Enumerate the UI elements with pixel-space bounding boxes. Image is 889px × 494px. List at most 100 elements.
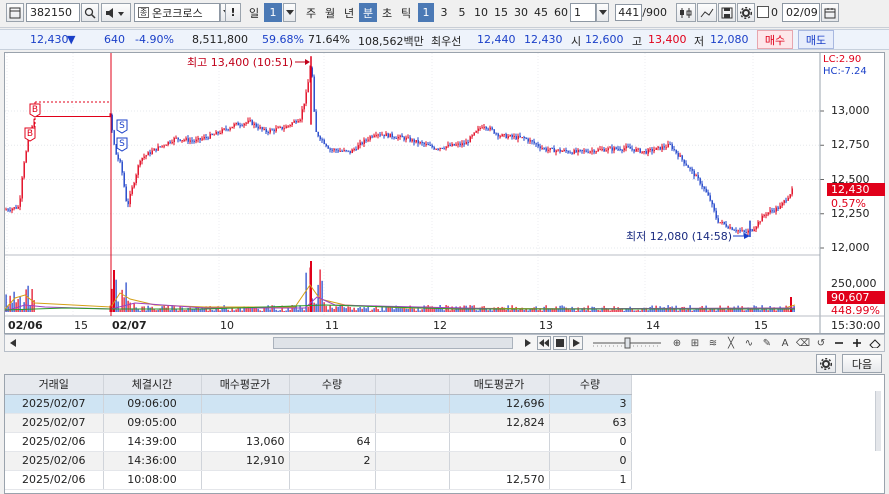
- volume-bar: [611, 309, 613, 312]
- checkbox[interactable]: [757, 6, 769, 18]
- stop-icon[interactable]: [553, 336, 567, 350]
- candle-body: [185, 138, 187, 140]
- period-day-value[interactable]: 1: [264, 3, 282, 22]
- table-cell: 0: [549, 451, 632, 471]
- volume-bar: [339, 305, 341, 312]
- reset-icon[interactable]: ↺: [813, 336, 829, 350]
- table-cell: [201, 394, 290, 414]
- cycle-icon[interactable]: ╳: [723, 336, 739, 350]
- rewind-icon[interactable]: [537, 336, 551, 350]
- buy-button[interactable]: 매수: [757, 30, 793, 49]
- period-minute-button[interactable]: 분: [359, 3, 377, 22]
- table-cell: [449, 451, 550, 471]
- volume-bar: [377, 309, 379, 312]
- calendar-icon[interactable]: [821, 3, 839, 22]
- candle-body: [587, 151, 589, 153]
- price-tick-label: 12,750: [831, 138, 870, 152]
- volume-bar: [313, 302, 315, 312]
- pencil-icon[interactable]: ✎: [759, 336, 775, 350]
- volume-bar: [181, 307, 183, 312]
- grid-icon[interactable]: ⊞: [687, 336, 703, 350]
- interval-button-15[interactable]: 15: [492, 3, 510, 22]
- candle-body: [167, 141, 169, 145]
- save-icon[interactable]: [718, 3, 736, 22]
- volume-bar: [495, 309, 497, 312]
- candle-body: [503, 134, 505, 136]
- candle-body: [119, 159, 121, 162]
- candle-body: [757, 221, 759, 227]
- count-input[interactable]: 441 /900: [612, 3, 670, 22]
- volume-bar: [775, 310, 777, 312]
- stock-code-input[interactable]: 382150: [26, 3, 80, 22]
- crosshair-icon[interactable]: ⊕: [669, 336, 685, 350]
- candle-body: [257, 126, 259, 129]
- interval-button-1[interactable]: 1: [418, 3, 434, 22]
- chart-scrollbar[interactable]: ⊕ ⊞ ≋ ╳ ∿ ✎ A ⌫ ↺: [4, 334, 885, 352]
- period-day-button[interactable]: 일: [245, 3, 263, 22]
- candle-body: [595, 151, 597, 153]
- col-sell-avg[interactable]: 매도평균가: [449, 375, 550, 395]
- candle-body: [221, 129, 223, 133]
- line-tool-icon[interactable]: [697, 3, 717, 22]
- price-chart[interactable]: BBSS LC:2.90 HC:-7.24 최고 13,400 (10:51) …: [4, 52, 885, 334]
- interval-button-5[interactable]: 5: [454, 3, 470, 22]
- interval-button-10[interactable]: 10: [472, 3, 490, 22]
- speed-slider[interactable]: [591, 336, 663, 350]
- play-icon[interactable]: [569, 336, 583, 350]
- candle-body: [127, 201, 129, 205]
- zoom-out-icon[interactable]: [831, 336, 847, 350]
- zoom-in-icon[interactable]: [849, 336, 865, 350]
- window-menu-icon[interactable]: [6, 3, 24, 22]
- search-icon[interactable]: [81, 3, 99, 22]
- candle-body: [391, 133, 393, 138]
- col-trade-date[interactable]: 거래일: [5, 375, 104, 395]
- current-price: 12,430: [30, 33, 69, 46]
- table-row[interactable]: 2025/02/07 09:05:00 12,824 63: [5, 413, 632, 433]
- table-row[interactable]: 2025/02/06 14:39:00 13,060 64 0: [5, 432, 632, 452]
- chart-type-icon[interactable]: [676, 3, 696, 22]
- text-icon[interactable]: A: [777, 336, 793, 350]
- trend-icon[interactable]: ≋: [705, 336, 721, 350]
- next-button[interactable]: 다음: [842, 354, 882, 373]
- sound-icon[interactable]: [101, 3, 131, 22]
- sell-button[interactable]: 매도: [798, 30, 834, 49]
- period-dropdown-icon[interactable]: [283, 3, 296, 22]
- col-buy-qty[interactable]: 수량: [289, 375, 376, 395]
- period-month-button[interactable]: 월: [321, 3, 339, 22]
- settings-gear-icon[interactable]: [737, 3, 755, 22]
- candle-body: [403, 137, 405, 140]
- table-row[interactable]: 2025/02/06 10:08:00 12,570 1: [5, 470, 632, 490]
- stock-name-field[interactable]: 종 온코크로스: [134, 3, 220, 22]
- interval-button-45[interactable]: 45: [532, 3, 550, 22]
- col-sell-qty[interactable]: 수량: [549, 375, 632, 395]
- erase-icon[interactable]: ⌫: [795, 336, 811, 350]
- col-buy-avg[interactable]: 매수평균가: [201, 375, 290, 395]
- period-week-button[interactable]: 주: [302, 3, 320, 22]
- zigzag-icon[interactable]: ∿: [741, 336, 757, 350]
- table-scrollbar[interactable]: [875, 391, 881, 451]
- panel-gear-icon[interactable]: [816, 354, 836, 373]
- period-tick-button[interactable]: 틱: [397, 3, 415, 22]
- date-input[interactable]: 02/09: [782, 3, 820, 22]
- col-exec-time[interactable]: 체결시간: [103, 375, 202, 395]
- scroll-left-icon[interactable]: [6, 336, 20, 350]
- custom-interval-dropdown-icon[interactable]: [596, 3, 609, 22]
- table-row[interactable]: 2025/02/07 09:06:00 12,696 3: [5, 394, 632, 414]
- table-row[interactable]: 2025/02/06 14:36:00 12,910 2 0: [5, 451, 632, 471]
- interval-button-3[interactable]: 3: [436, 3, 452, 22]
- scroll-right-icon[interactable]: [521, 336, 535, 350]
- volume-bar: [433, 308, 435, 312]
- scroll-thumb[interactable]: [273, 337, 513, 349]
- period-year-button[interactable]: 년: [340, 3, 358, 22]
- custom-interval-input[interactable]: 1: [570, 3, 596, 22]
- candle-body: [223, 128, 225, 130]
- candle-body: [347, 150, 349, 152]
- interval-button-60[interactable]: 60: [552, 3, 570, 22]
- period-second-button[interactable]: 초: [378, 3, 396, 22]
- candle-body: [613, 147, 615, 151]
- eraser-icon[interactable]: [867, 336, 883, 350]
- alert-button[interactable]: !: [225, 3, 241, 22]
- volume-bar: [229, 310, 231, 312]
- interval-button-30[interactable]: 30: [512, 3, 530, 22]
- volume-bar: [609, 310, 611, 312]
